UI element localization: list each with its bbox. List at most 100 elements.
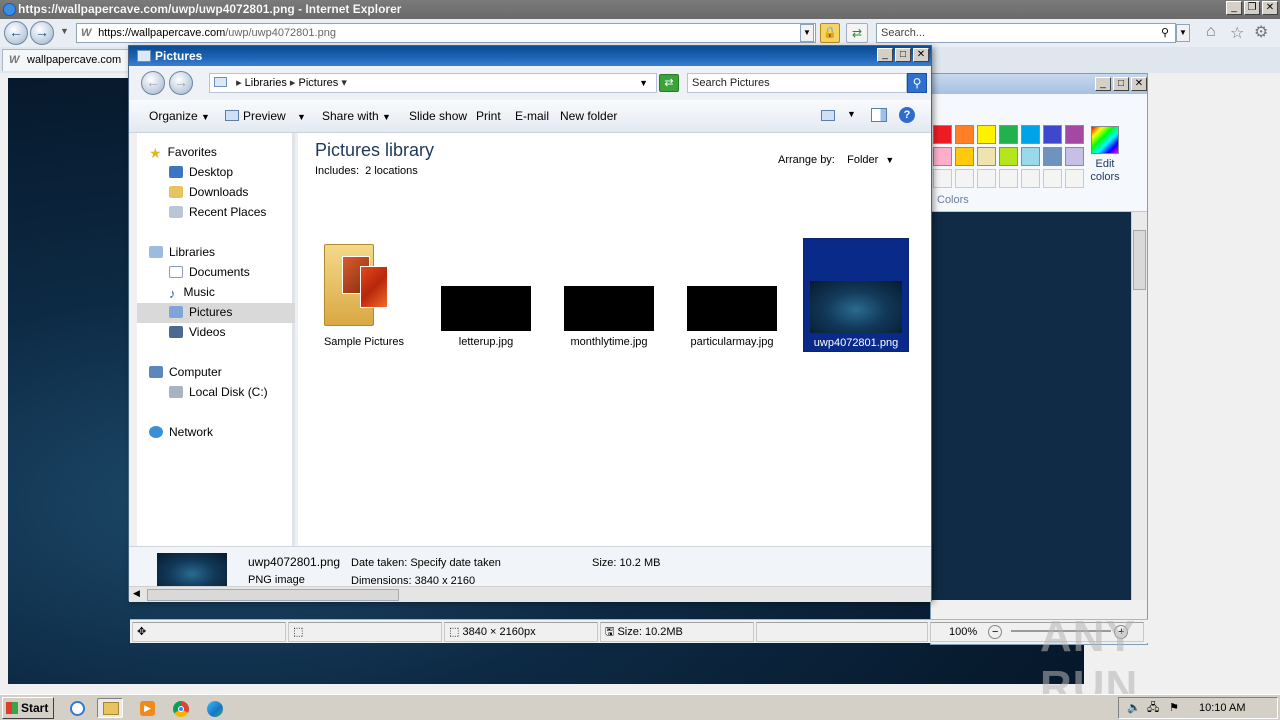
- taskbar-chrome-icon[interactable]: [167, 698, 193, 718]
- email-button[interactable]: E-mail: [515, 109, 549, 123]
- tree-local-disk[interactable]: Local Disk (C:): [169, 385, 268, 399]
- paint-vertical-scrollbar[interactable]: [1131, 212, 1147, 600]
- view-dropdown-icon[interactable]: ▼: [847, 109, 856, 119]
- color-swatch[interactable]: [1021, 169, 1040, 188]
- arrange-by-dropdown[interactable]: Folder ▼: [847, 154, 894, 166]
- color-swatch[interactable]: [1021, 125, 1040, 144]
- view-options-icon[interactable]: [821, 110, 835, 121]
- clock[interactable]: 10:10 AM: [1199, 698, 1245, 718]
- file-item-uwp4072801-selected[interactable]: uwp4072801.png: [803, 238, 909, 352]
- lock-icon[interactable]: 🔒: [820, 23, 840, 43]
- paint-maximize-button[interactable]: □: [1113, 77, 1129, 91]
- paint-canvas[interactable]: [931, 212, 1131, 600]
- tools-gear-icon[interactable]: ⚙: [1254, 22, 1268, 42]
- tree-documents[interactable]: Documents: [169, 265, 250, 279]
- color-swatch[interactable]: [1065, 147, 1084, 166]
- share-with-button[interactable]: Share with ▼: [322, 109, 391, 123]
- scrollbar-thumb[interactable]: [147, 589, 399, 601]
- favorites-star-icon[interactable]: ☆: [1230, 23, 1244, 43]
- tree-videos[interactable]: Videos: [169, 325, 225, 339]
- paint-minimize-button[interactable]: _: [1095, 77, 1111, 91]
- file-item-sample-pictures[interactable]: Sample Pictures: [316, 238, 412, 353]
- organize-button[interactable]: Organize ▼: [149, 109, 210, 123]
- color-swatch[interactable]: [999, 125, 1018, 144]
- paint-close-button[interactable]: ✕: [1131, 77, 1147, 91]
- preview-button[interactable]: Preview ▼: [225, 109, 306, 123]
- tree-libraries[interactable]: Libraries: [149, 245, 215, 259]
- scroll-left-icon[interactable]: ◀: [133, 588, 140, 599]
- volume-icon[interactable]: 🔈: [1127, 698, 1141, 718]
- back-button[interactable]: ←: [4, 21, 28, 45]
- tree-music[interactable]: ♪ Music: [169, 285, 215, 301]
- color-swatch[interactable]: [977, 169, 996, 188]
- refresh-icon[interactable]: ⇄: [659, 74, 679, 92]
- print-button[interactable]: Print: [476, 109, 501, 123]
- tree-downloads[interactable]: Downloads: [169, 185, 248, 199]
- breadcrumb-dropdown-icon[interactable]: ▼: [639, 74, 648, 92]
- color-swatch[interactable]: [999, 169, 1018, 188]
- flag-icon[interactable]: ⚑: [1169, 698, 1179, 718]
- tree-pictures[interactable]: Pictures: [169, 305, 232, 319]
- edit-colors-button[interactable]: Edit colors: [1087, 124, 1123, 190]
- color-swatch[interactable]: [933, 147, 952, 166]
- network-tray-icon[interactable]: 🖧: [1147, 698, 1159, 718]
- breadcrumb-pictures[interactable]: Pictures: [299, 77, 339, 89]
- taskbar-edge-icon[interactable]: [201, 698, 227, 718]
- restore-button[interactable]: ❐: [1244, 1, 1260, 15]
- color-swatch[interactable]: [1043, 147, 1062, 166]
- color-swatch[interactable]: [1065, 125, 1084, 144]
- taskbar-media-player-icon[interactable]: ▶: [133, 698, 159, 718]
- search-icon[interactable]: ⚲: [907, 73, 927, 93]
- home-icon[interactable]: ⌂: [1206, 23, 1216, 41]
- color-swatch[interactable]: [977, 125, 996, 144]
- zoom-out-button[interactable]: −: [988, 625, 1003, 639]
- explorer-close-button[interactable]: ✕: [913, 48, 929, 62]
- search-icon[interactable]: ⚲: [1161, 24, 1169, 42]
- chevron-down-icon[interactable]: ▼: [60, 26, 69, 36]
- file-item-particularmay[interactable]: particularmay.jpg: [682, 238, 782, 353]
- color-swatch[interactable]: [955, 169, 974, 188]
- explorer-maximize-button[interactable]: □: [895, 48, 911, 62]
- taskbar-ie-icon[interactable]: [64, 698, 90, 718]
- color-swatch[interactable]: [955, 147, 974, 166]
- explorer-back-button[interactable]: ←: [141, 71, 165, 95]
- url-field[interactable]: W https://wallpapercave.com/uwp/uwp40728…: [76, 23, 816, 43]
- details-date-taken[interactable]: Date taken: Specify date taken: [351, 557, 501, 569]
- color-swatch[interactable]: [955, 125, 974, 144]
- color-swatch[interactable]: [1065, 169, 1084, 188]
- breadcrumb[interactable]: ▸ Libraries ▸ Pictures ▾ ▼: [209, 73, 657, 93]
- search-input[interactable]: Search... ⚲: [876, 23, 1176, 43]
- minimize-button[interactable]: _: [1226, 1, 1242, 15]
- tree-recent-places[interactable]: Recent Places: [169, 205, 266, 219]
- color-swatch[interactable]: [1043, 169, 1062, 188]
- file-item-letterup[interactable]: letterup.jpg: [436, 238, 536, 353]
- color-swatch[interactable]: [977, 147, 996, 166]
- tree-favorites[interactable]: ★ Favorites: [149, 145, 217, 161]
- url-dropdown-button[interactable]: ▼: [800, 24, 814, 42]
- refresh-icon[interactable]: ⇄: [846, 23, 868, 43]
- taskbar-explorer-icon[interactable]: [97, 698, 123, 718]
- tab-wallpapercave[interactable]: W wallpapercave.com: [2, 49, 130, 71]
- color-swatch[interactable]: [933, 169, 952, 188]
- file-item-monthlytime[interactable]: monthlytime.jpg: [559, 238, 659, 353]
- forward-button[interactable]: →: [30, 21, 54, 45]
- horizontal-scrollbar[interactable]: ◀: [129, 586, 931, 602]
- search-pictures-input[interactable]: Search Pictures: [687, 73, 907, 93]
- color-swatch[interactable]: [1043, 125, 1062, 144]
- new-folder-button[interactable]: New folder: [560, 109, 617, 123]
- tree-desktop[interactable]: Desktop: [169, 165, 233, 179]
- breadcrumb-libraries[interactable]: Libraries: [245, 77, 287, 89]
- start-button[interactable]: Start: [2, 697, 54, 719]
- explorer-forward-button[interactable]: →: [169, 71, 193, 95]
- color-swatch[interactable]: [1021, 147, 1040, 166]
- slide-show-button[interactable]: Slide show: [409, 109, 467, 123]
- explorer-minimize-button[interactable]: _: [877, 48, 893, 62]
- search-dropdown-button[interactable]: ▼: [1176, 24, 1190, 42]
- includes-locations-link[interactable]: 2 locations: [365, 165, 418, 177]
- color-swatch[interactable]: [999, 147, 1018, 166]
- tree-network[interactable]: Network: [149, 425, 213, 439]
- tree-computer[interactable]: Computer: [149, 365, 222, 379]
- help-icon[interactable]: ?: [899, 107, 915, 123]
- color-swatch[interactable]: [933, 125, 952, 144]
- preview-pane-icon[interactable]: [871, 108, 887, 122]
